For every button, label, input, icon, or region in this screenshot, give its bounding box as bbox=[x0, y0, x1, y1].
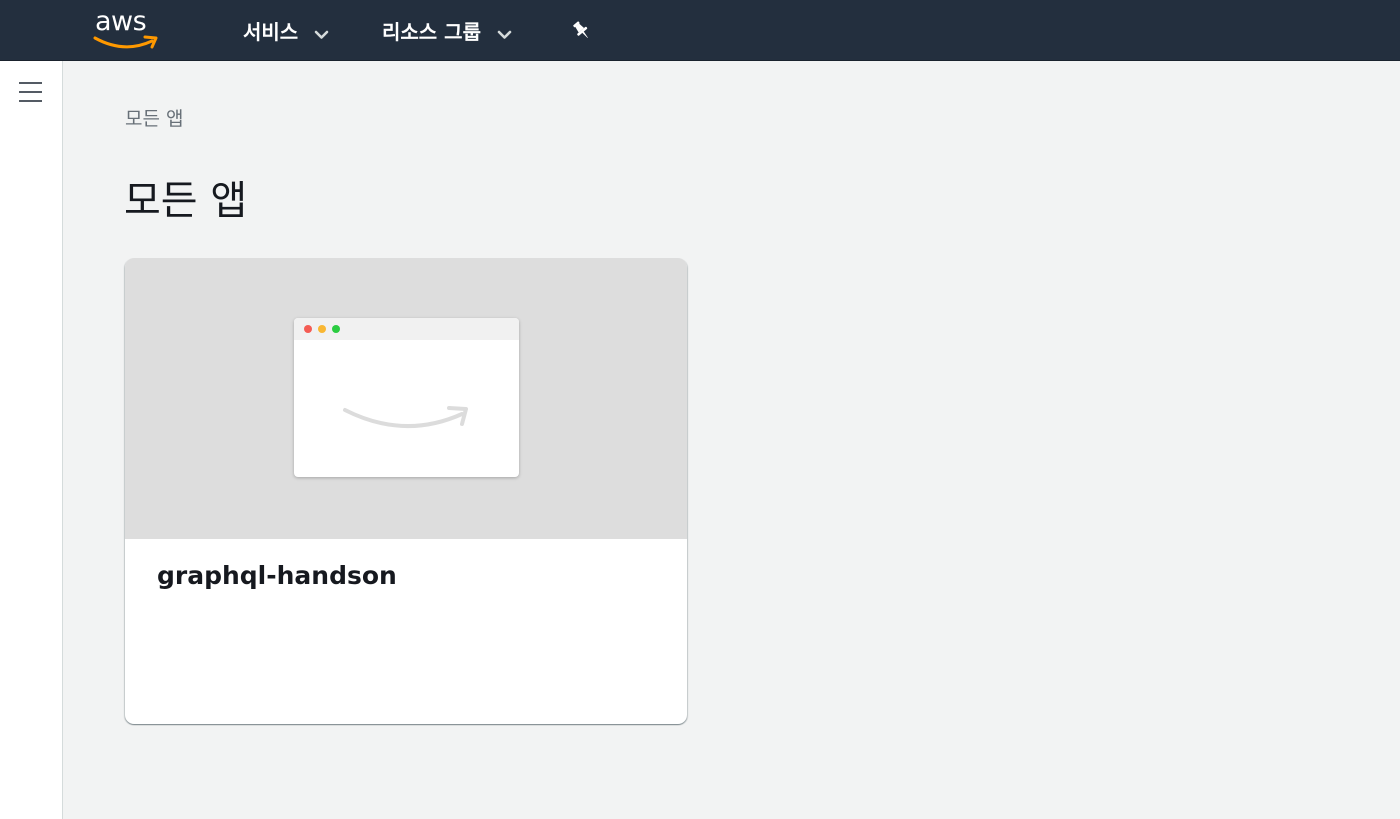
aws-smile-icon bbox=[93, 35, 158, 49]
page-title: 모든 앱 bbox=[124, 178, 248, 224]
services-menu[interactable]: 서비스 bbox=[243, 0, 329, 61]
breadcrumb-all-apps[interactable]: 모든 앱 bbox=[125, 104, 183, 131]
chevron-down-icon bbox=[314, 21, 329, 45]
close-dot-icon bbox=[304, 325, 312, 333]
chevron-down-icon bbox=[497, 21, 512, 45]
resource-groups-menu-label: 리소스 그룹 bbox=[382, 20, 481, 44]
top-navigation-bar: aws 서비스 리소스 그룹 bbox=[0, 0, 1400, 61]
app-name[interactable]: graphql-handson bbox=[157, 561, 397, 590]
aws-logo[interactable]: aws bbox=[92, 6, 160, 52]
main-content: 모든 앱 모든 앱 graphql-handson bbox=[63, 61, 1400, 819]
hamburger-menu-icon[interactable] bbox=[19, 82, 43, 104]
resource-groups-menu[interactable]: 리소스 그룹 bbox=[382, 0, 512, 61]
hamburger-line bbox=[19, 82, 42, 84]
hamburger-line bbox=[19, 91, 42, 93]
aws-logo-text: aws bbox=[95, 6, 147, 37]
pin-icon[interactable] bbox=[570, 19, 594, 43]
hamburger-line bbox=[19, 100, 42, 102]
services-menu-label: 서비스 bbox=[243, 20, 299, 44]
minimize-dot-icon bbox=[318, 325, 326, 333]
maximize-dot-icon bbox=[332, 325, 340, 333]
browser-window-illustration bbox=[294, 318, 519, 477]
app-card[interactable]: graphql-handson bbox=[125, 258, 687, 724]
app-thumbnail bbox=[125, 258, 687, 539]
browser-title-bar bbox=[294, 318, 519, 340]
amazon-smile-icon bbox=[343, 406, 468, 428]
side-navigation bbox=[0, 61, 63, 819]
